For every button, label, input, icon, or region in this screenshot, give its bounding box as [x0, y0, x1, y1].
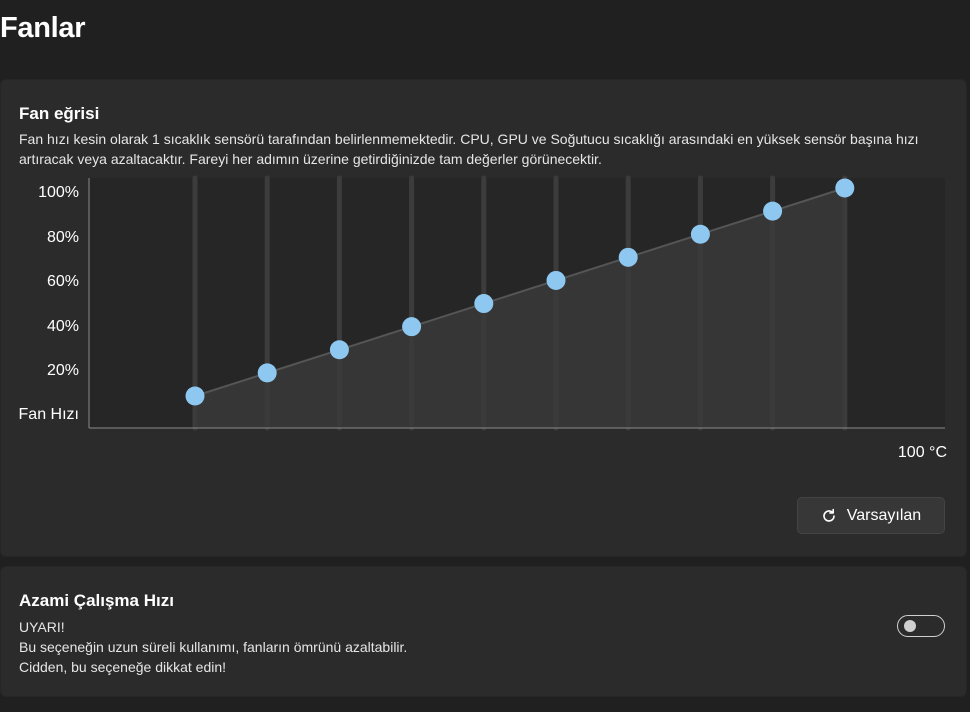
x-end-label: 100 °C [898, 444, 947, 461]
fan-curve-svg: Fan Hızı 20% 40% 60% 80% 100% 100 °C [19, 175, 947, 461]
y-tick-label: 60% [47, 273, 79, 290]
y-tick-label: 100% [38, 184, 79, 201]
y-tick-label: 40% [47, 318, 79, 335]
curve-point[interactable] [185, 386, 205, 406]
warning-line: Cidden, bu seçeneğe dikkat edin! [19, 659, 227, 675]
reset-default-button[interactable]: Varsayılan [797, 497, 945, 534]
y-tick-label: 20% [47, 362, 79, 379]
fan-curve-chart: Fan Hızı 20% 40% 60% 80% 100% 100 °C [1, 80, 966, 556]
curve-point[interactable] [690, 224, 710, 244]
curve-point[interactable] [257, 363, 277, 383]
curve-point[interactable] [546, 270, 566, 290]
max-speed-title: Azami Çalışma Hızı [19, 591, 174, 610]
warning-line: UYARI! [19, 619, 65, 635]
refresh-icon [823, 508, 835, 522]
page-title: Fanlar [0, 12, 86, 44]
reset-default-label: Varsayılan [846, 506, 922, 524]
curve-point[interactable] [402, 317, 422, 337]
toggle-knob [904, 620, 916, 632]
x-axis-labels: 100 °C [898, 444, 947, 461]
curve-point[interactable] [763, 201, 783, 221]
warning-line: Bu seçeneğin uzun süreli kullanımı, fanl… [19, 639, 408, 655]
curve-point[interactable] [474, 294, 494, 314]
curve-point[interactable] [618, 247, 638, 267]
max-speed-card: Azami Çalışma Hızı UYARI! Bu seçeneğin u… [0, 566, 967, 697]
y-tick-label: 80% [47, 229, 79, 246]
y-axis-labels: Fan Hızı 20% 40% 60% 80% 100% [19, 184, 79, 423]
y-tick-label: Fan Hızı [19, 406, 79, 423]
curve-point[interactable] [329, 340, 349, 360]
max-speed-warning: UYARI! Bu seçeneğin uzun süreli kullanım… [19, 617, 407, 677]
fan-curve-card: Fan eğrisi Fan hızı kesin olarak 1 sıcak… [0, 79, 967, 557]
curve-point[interactable] [835, 178, 855, 198]
max-speed-toggle[interactable] [897, 615, 945, 637]
